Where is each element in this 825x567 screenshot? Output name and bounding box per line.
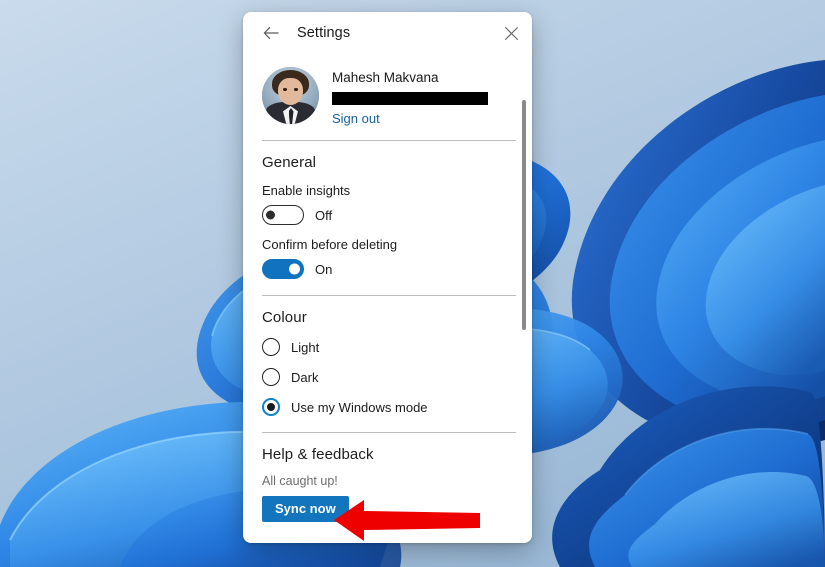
toggle-enable-insights[interactable] [262, 205, 304, 225]
radio-icon-light [262, 338, 280, 356]
radio-option-light[interactable]: Light [262, 338, 520, 356]
account-info: Mahesh Makvana Sign out [332, 67, 520, 128]
account-name: Mahesh Makvana [332, 70, 439, 85]
sync-status-text: All caught up! [262, 474, 338, 488]
sync-now-button[interactable]: Sync now [262, 496, 349, 522]
account-email-redacted [332, 92, 488, 105]
toggle-state-confirm-before-deleting: On [315, 261, 333, 277]
toggle-state-enable-insights: Off [315, 207, 333, 223]
divider-general [262, 295, 516, 296]
sign-out-link[interactable]: Sign out [332, 110, 380, 127]
divider-colour [262, 432, 516, 433]
setting-label-enable-insights: Enable insights [262, 183, 351, 198]
setting-row-confirm-before-deleting: On [262, 259, 520, 279]
setting-label-confirm-before-deleting: Confirm before deleting [262, 237, 398, 252]
section-heading-colour: Colour [262, 309, 307, 326]
page-title: Settings [297, 25, 351, 41]
section-heading-help-feedback: Help & feedback [262, 446, 374, 463]
radio-icon-dark [262, 368, 280, 386]
radio-label-light: Light [291, 339, 320, 355]
scrollbar-thumb[interactable] [522, 100, 526, 330]
radio-option-dark[interactable]: Dark [262, 368, 520, 386]
close-icon[interactable] [496, 18, 526, 48]
radio-label-dark: Dark [291, 369, 319, 385]
toggle-confirm-before-deleting[interactable] [262, 259, 304, 279]
account-section: Mahesh Makvana Sign out [262, 54, 520, 128]
section-heading-general: General [262, 154, 317, 171]
back-arrow-glyph [263, 26, 279, 40]
radio-icon-windows-mode [262, 398, 280, 416]
radio-label-windows-mode: Use my Windows mode [291, 399, 428, 415]
avatar [262, 67, 319, 124]
radio-option-windows-mode[interactable]: Use my Windows mode [262, 398, 520, 416]
close-glyph [504, 26, 518, 40]
divider-account [262, 140, 516, 141]
scrollbar-track[interactable] [520, 100, 528, 535]
back-arrow-icon[interactable] [257, 19, 285, 47]
dialog-title-bar: Settings [243, 12, 532, 54]
setting-row-enable-insights: Off [262, 205, 520, 225]
settings-scroll-area[interactable]: Mahesh Makvana Sign out General Enable i… [243, 54, 532, 543]
settings-dialog: Settings Mahesh Makvana Sign out General… [243, 12, 532, 543]
